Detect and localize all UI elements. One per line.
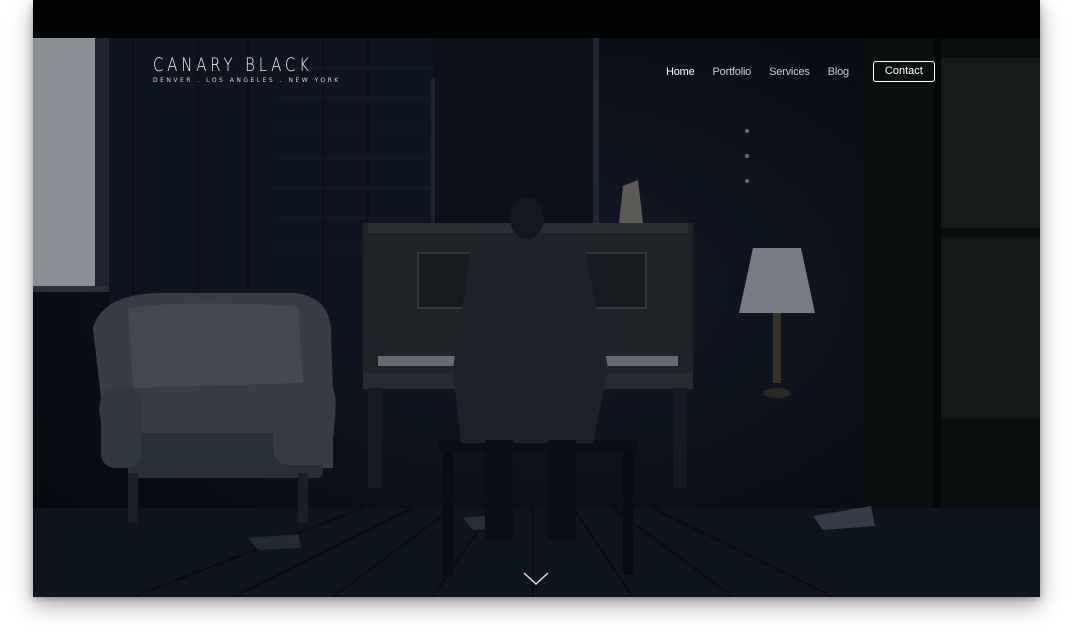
chevron-down-icon[interactable] — [523, 572, 549, 591]
hero-section: CANARY BLACK DENVER . LOS ANGELES . NEW … — [33, 38, 1040, 597]
brand-locations: DENVER . LOS ANGELES . NEW YORK — [153, 77, 341, 84]
contact-button[interactable]: Contact — [872, 61, 935, 82]
main-navigation: Home Portfolio Services Blog Contact — [666, 61, 935, 82]
nav-blog-link[interactable]: Blog — [828, 66, 849, 78]
browser-window: CANARY BLACK DENVER . LOS ANGELES . NEW … — [33, 0, 1040, 597]
nav-home-link[interactable]: Home — [666, 66, 695, 78]
top-bar — [33, 0, 1040, 38]
brand-logo[interactable]: CANARY BLACK DENVER . LOS ANGELES . NEW … — [153, 55, 358, 84]
nav-portfolio-link[interactable]: Portfolio — [713, 66, 752, 78]
brand-name: CANARY BLACK — [153, 54, 313, 76]
nav-services-link[interactable]: Services — [769, 66, 810, 78]
hero-background-image — [33, 38, 1040, 597]
